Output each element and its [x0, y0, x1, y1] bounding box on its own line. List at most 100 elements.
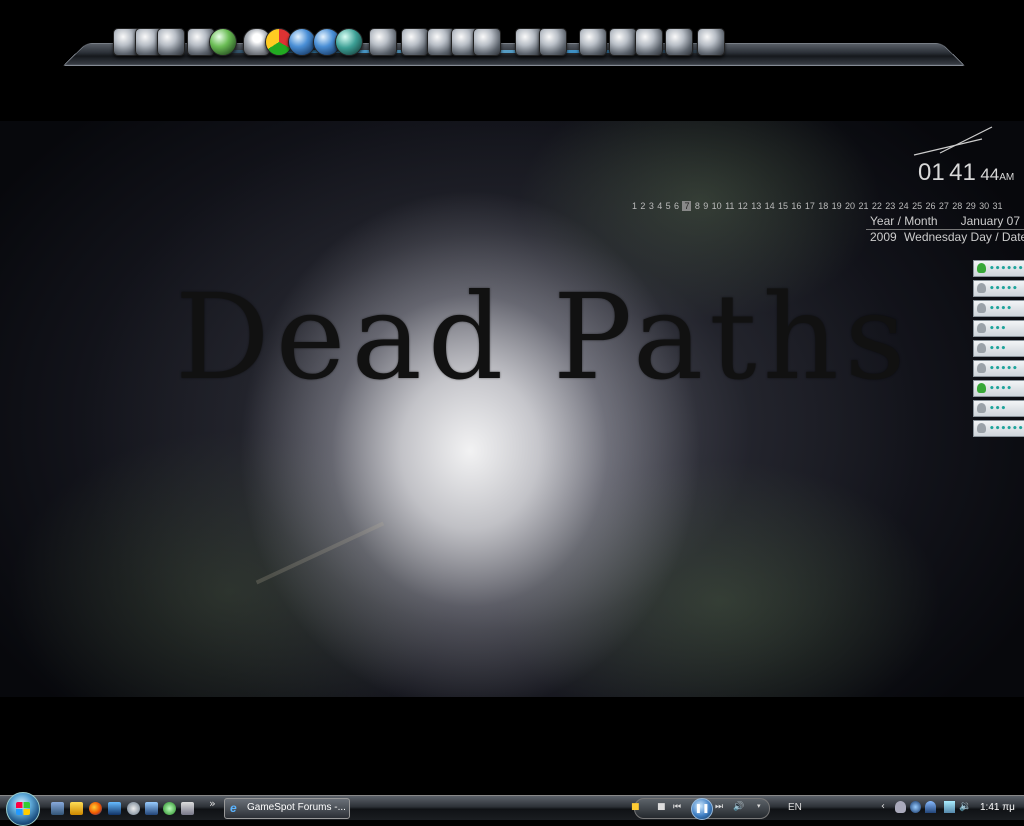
calendar-day[interactable]: 9	[703, 201, 708, 211]
messenger-tray-icon[interactable]	[910, 801, 921, 813]
mail-icon[interactable]	[369, 28, 397, 56]
task-button-gamespot[interactable]: e GameSpot Forums -...	[224, 798, 350, 819]
contact-avatar-icon	[977, 323, 986, 333]
next-icon[interactable]: ⏭	[715, 802, 723, 812]
windows-icon[interactable]	[697, 28, 725, 56]
calendar-day[interactable]: 16	[791, 201, 801, 211]
calendar-day[interactable]: 25	[912, 201, 922, 211]
task-button-label: GameSpot Forums -...	[247, 802, 346, 813]
media-player-icon[interactable]	[70, 802, 83, 815]
contact-name: ••••••	[989, 264, 1023, 274]
contact-item[interactable]: ••••	[973, 300, 1024, 317]
quicklaunch-expand-icon[interactable]: »	[209, 797, 216, 810]
calendar-day[interactable]: 5	[666, 201, 671, 211]
calendar-day[interactable]: 2	[640, 201, 645, 211]
network-tray-icon[interactable]	[944, 801, 955, 813]
calendar-day[interactable]: 29	[966, 201, 976, 211]
contact-name: •••	[989, 404, 1007, 414]
calendar-day[interactable]: 22	[872, 201, 882, 211]
previous-icon[interactable]: ⏮	[673, 802, 681, 812]
taskbar-clock[interactable]: 1:41 πμ	[980, 802, 1015, 813]
nero-icon[interactable]	[288, 28, 316, 56]
clock-widget[interactable]: 01 41 44AM	[900, 125, 1024, 195]
tools-icon[interactable]	[609, 28, 637, 56]
show-desktop-icon[interactable]	[51, 802, 64, 815]
dock-icon-row	[113, 28, 953, 58]
contact-item[interactable]: •••	[973, 320, 1024, 337]
volume-tray-icon[interactable]: 🔉	[959, 801, 971, 813]
calendar-day[interactable]: 12	[738, 201, 748, 211]
contact-item[interactable]: ••••••	[973, 420, 1024, 437]
calendar-day[interactable]: 21	[858, 201, 868, 211]
media-player-small-icon[interactable]: ■	[631, 802, 640, 812]
notes-icon[interactable]	[335, 28, 363, 56]
contact-name: •••	[989, 324, 1007, 334]
calendar-day[interactable]: 4	[657, 201, 662, 211]
contact-avatar-icon	[977, 403, 986, 413]
media-icon[interactable]	[473, 28, 501, 56]
calendar-day[interactable]: 15	[778, 201, 788, 211]
calendar-day[interactable]: 23	[885, 201, 895, 211]
calendar-day[interactable]: 6	[674, 201, 679, 211]
camera-icon[interactable]	[635, 28, 663, 56]
year-month-label: Year / Month	[870, 214, 938, 228]
calendar-day[interactable]: 8	[695, 201, 700, 211]
network-icon[interactable]	[579, 28, 607, 56]
calendar-day[interactable]: 30	[979, 201, 989, 211]
clock-seconds: 44	[980, 165, 1000, 184]
recycle-bin-icon[interactable]	[181, 802, 194, 815]
calendar-day[interactable]: 31	[993, 201, 1003, 211]
tray-expand-icon[interactable]: ‹	[881, 801, 892, 813]
system-tray: ‹ 🔉	[881, 801, 975, 816]
calendar-day[interactable]: 17	[805, 201, 815, 211]
app-launcher-icon[interactable]	[108, 802, 121, 815]
calendar-day[interactable]: 3	[649, 201, 654, 211]
contact-item[interactable]: ••••••	[973, 260, 1024, 277]
language-indicator[interactable]: EN	[788, 802, 802, 813]
calendar-day[interactable]: 10	[712, 201, 722, 211]
calendar-day[interactable]: 19	[832, 201, 842, 211]
update-tray-icon[interactable]	[925, 801, 936, 813]
mail-icon[interactable]	[401, 28, 429, 56]
restore-icon[interactable]: ▾	[757, 802, 761, 810]
calendar-day[interactable]: 1	[632, 201, 637, 211]
contact-item[interactable]: •••	[973, 340, 1024, 357]
start-button[interactable]	[6, 792, 40, 826]
media-toolbar: ■ ■ ⏮ ❚❚ ⏭ 🔊 ▾	[631, 798, 770, 820]
rss-icon[interactable]	[157, 28, 185, 56]
wallpaper-branch	[255, 521, 385, 585]
calendar-day[interactable]: 28	[952, 201, 962, 211]
contact-list: •••••• ••••• •••• ••• ••• ••••• •••• ••• ••••••	[973, 260, 1024, 440]
firefox-icon[interactable]	[89, 802, 102, 815]
volume-icon[interactable]: 🔊	[733, 802, 744, 812]
calendar-day[interactable]: 7	[682, 201, 692, 211]
contact-item[interactable]: •••••	[973, 360, 1024, 377]
contact-avatar-icon	[977, 423, 986, 433]
pause-icon[interactable]: ❚❚	[691, 798, 713, 820]
gear-icon[interactable]	[539, 28, 567, 56]
messenger-icon[interactable]	[163, 802, 176, 815]
calendar-day[interactable]: 11	[725, 201, 734, 211]
calendar-day[interactable]: 13	[751, 201, 761, 211]
calendar-day[interactable]: 20	[845, 201, 855, 211]
user-tray-icon[interactable]	[895, 801, 906, 813]
clock-hours: 01	[918, 159, 945, 186]
calendar-month-row: Year / Month January 07	[866, 213, 1024, 230]
clock-minutes: 41	[949, 159, 976, 186]
network-app-icon[interactable]	[127, 802, 140, 815]
calendar-day[interactable]: 18	[818, 201, 828, 211]
calendar-day[interactable]: 26	[925, 201, 935, 211]
contact-item[interactable]: •••	[973, 400, 1024, 417]
contact-item[interactable]: •••••	[973, 280, 1024, 297]
globe-icon[interactable]	[209, 28, 237, 56]
film-reel-icon[interactable]	[665, 28, 693, 56]
contact-name: •••••	[989, 284, 1018, 294]
stop-icon[interactable]: ■	[657, 802, 666, 812]
calendar-day[interactable]: 24	[899, 201, 909, 211]
calendar-year-row: 2009 Wednesday Day / Date	[866, 230, 1024, 244]
calendar-day[interactable]: 27	[939, 201, 949, 211]
window-switcher-icon[interactable]	[145, 802, 158, 815]
calendar-day[interactable]: 14	[765, 201, 775, 211]
contact-item[interactable]: ••••	[973, 380, 1024, 397]
contact-name: ••••	[989, 304, 1013, 314]
